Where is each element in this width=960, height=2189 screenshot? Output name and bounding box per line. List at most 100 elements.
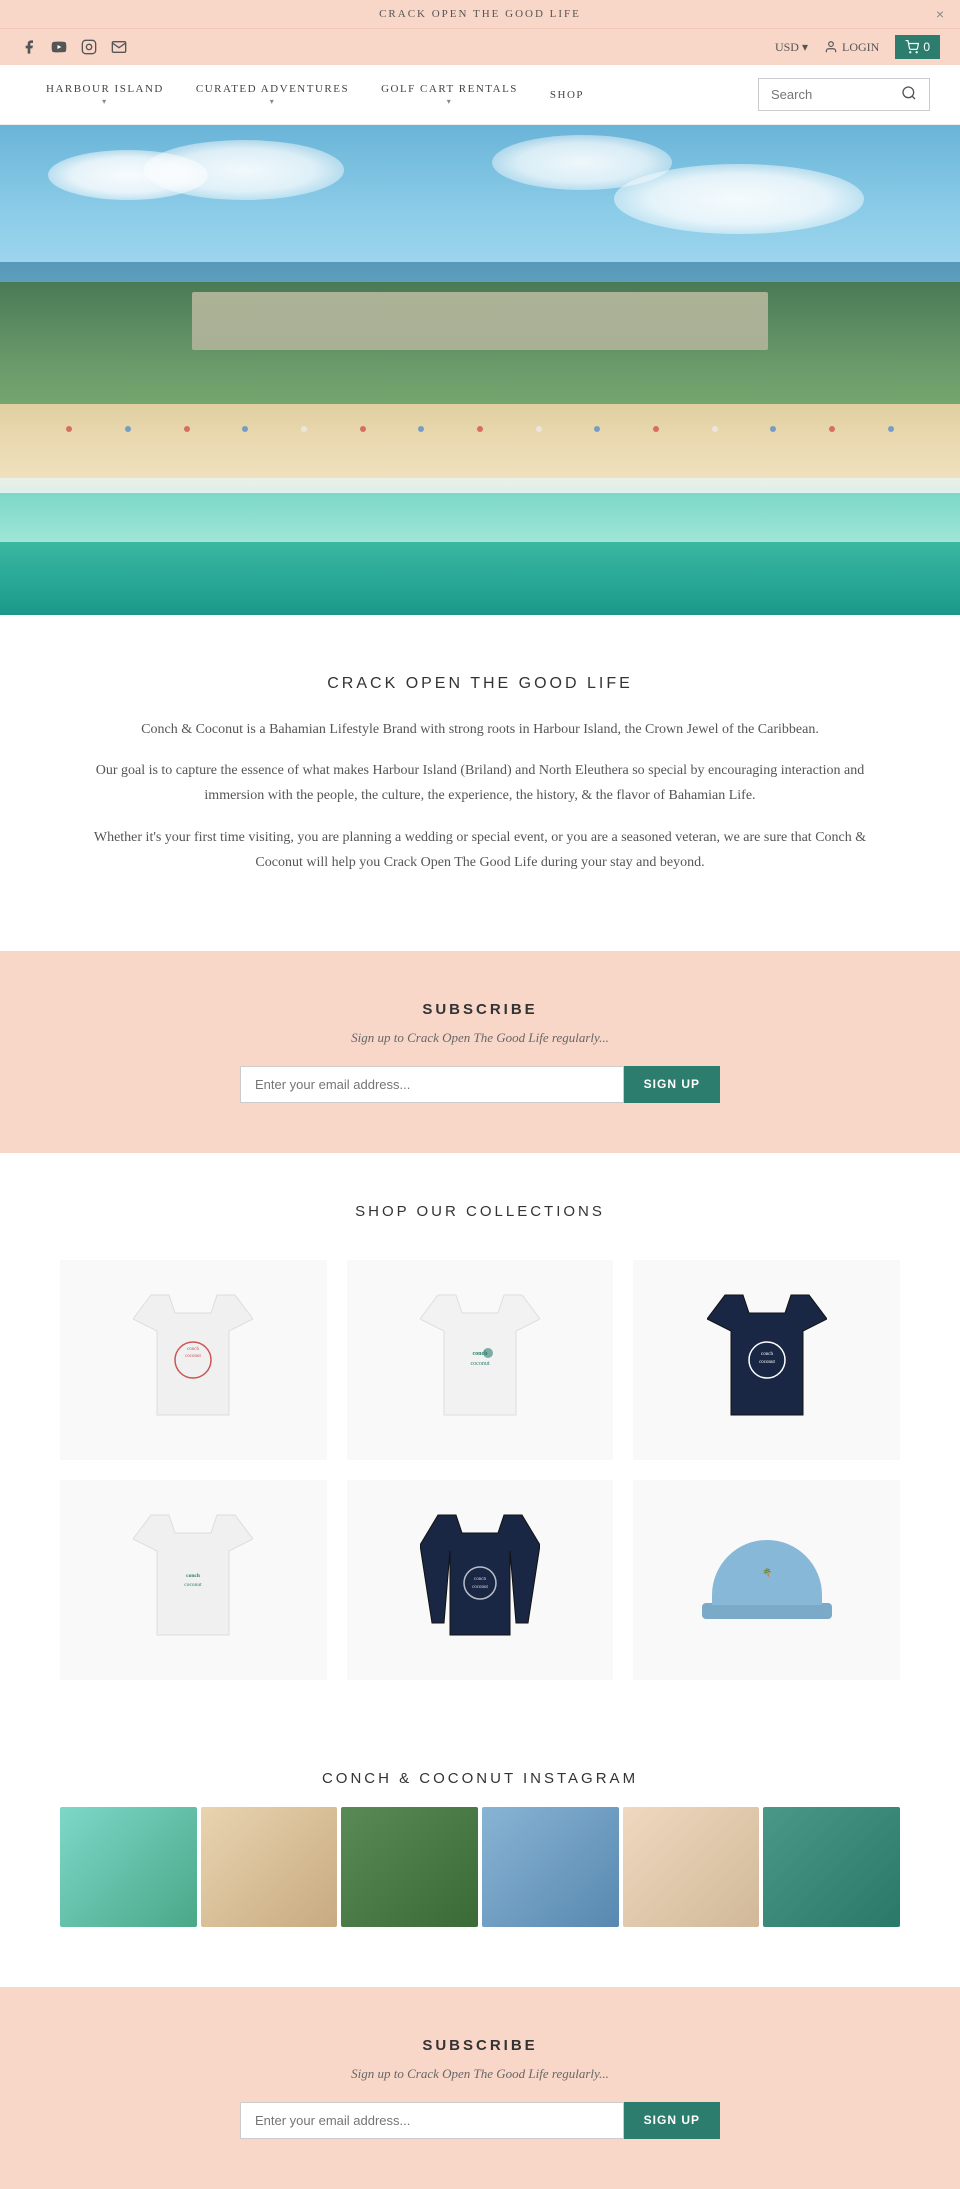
svg-text:conch: conch [761, 1352, 773, 1357]
umbrella [184, 426, 190, 432]
close-banner-button[interactable]: × [936, 6, 944, 22]
svg-text:🌴: 🌴 [762, 1567, 772, 1577]
svg-text:coconut: coconut [759, 1360, 775, 1365]
shop-title: SHOP OUR COLLECTIONS [40, 1203, 920, 1220]
product-image-5: conch coconut [420, 1510, 540, 1650]
subscribe-section-1: SUBSCRIBE Sign up to Crack Open The Good… [0, 951, 960, 1153]
product-card-2[interactable]: conch coconut [347, 1260, 614, 1460]
header-right: USD ▾ LOGIN 0 [775, 35, 940, 59]
youtube-icon[interactable] [50, 38, 68, 56]
product-image-1: conch coconut [133, 1290, 253, 1430]
instagram-item[interactable] [482, 1807, 619, 1927]
svg-text:coconut: coconut [472, 1585, 488, 1590]
svg-text:coconut: coconut [470, 1361, 489, 1367]
cart-button[interactable]: 0 [895, 35, 940, 59]
currency-chevron-icon: ▾ [802, 40, 808, 55]
svg-text:conch: conch [187, 1347, 199, 1352]
subscribe-subtitle-1: Sign up to Crack Open The Good Life regu… [80, 1030, 880, 1046]
chevron-down-icon: ▾ [270, 97, 276, 106]
product-card-3[interactable]: conch coconut [633, 1260, 900, 1460]
banner-text: CRACK OPEN THE GOOD LIFE [379, 8, 581, 20]
instagram-item[interactable] [60, 1807, 197, 1927]
subscribe-email-input-2[interactable] [240, 2102, 624, 2139]
svg-text:conch: conch [474, 1577, 486, 1582]
facebook-icon[interactable] [20, 38, 38, 56]
nav-links: HARBOUR ISLAND ▾ CURATED ADVENTURES ▾ GO… [30, 75, 600, 114]
top-banner: CRACK OPEN THE GOOD LIFE × [0, 0, 960, 28]
umbrella [242, 426, 248, 432]
main-content-section: CRACK OPEN THE GOOD LIFE Conch & Coconut… [0, 615, 960, 951]
umbrella [360, 426, 366, 432]
product-card-5[interactable]: conch coconut [347, 1480, 614, 1680]
umbrella [477, 426, 483, 432]
subscribe-title-1: SUBSCRIBE [80, 1001, 880, 1018]
login-button[interactable]: LOGIN [824, 40, 879, 55]
content-paragraph-2: Our goal is to capture the essence of wh… [80, 758, 880, 808]
instagram-item[interactable] [341, 1807, 478, 1927]
product-image-hat: 🌴 [712, 1540, 822, 1620]
content-paragraph-3: Whether it's your first time visiting, y… [80, 825, 880, 875]
instagram-title: CONCH & COCONUT INSTAGRAM [40, 1770, 920, 1787]
product-card-6[interactable]: 🌴 [633, 1480, 900, 1680]
product-image-2: conch coconut [420, 1290, 540, 1430]
subscribe-title-2: SUBSCRIBE [80, 2037, 880, 2054]
umbrella [888, 426, 894, 432]
shop-section: SHOP OUR COLLECTIONS conch coconut conch… [0, 1153, 960, 1730]
product-image-4: conch coconut [133, 1510, 253, 1650]
svg-text:coconut: coconut [185, 1582, 203, 1588]
subscribe-form-1: SIGN UP [240, 1066, 720, 1103]
subscribe-email-input-1[interactable] [240, 1066, 624, 1103]
buildings [192, 292, 768, 351]
svg-text:coconut: coconut [185, 1354, 201, 1359]
umbrella [536, 426, 542, 432]
umbrella [712, 426, 718, 432]
instagram-item[interactable] [623, 1807, 760, 1927]
subscribe-button-1[interactable]: SIGN UP [624, 1066, 720, 1103]
svg-text:conch: conch [186, 1573, 200, 1579]
instagram-item[interactable] [763, 1807, 900, 1927]
content-paragraph-1: Conch & Coconut is a Bahamian Lifestyle … [80, 717, 880, 742]
social-bar: USD ▾ LOGIN 0 [0, 28, 960, 65]
umbrella [770, 426, 776, 432]
currency-label: USD [775, 40, 799, 55]
product-card-4[interactable]: conch coconut [60, 1480, 327, 1680]
subscribe-button-2[interactable]: SIGN UP [624, 2102, 720, 2139]
email-icon[interactable] [110, 38, 128, 56]
main-content-title: CRACK OPEN THE GOOD LIFE [80, 675, 880, 693]
deep-water [0, 542, 960, 616]
main-navigation: HARBOUR ISLAND ▾ CURATED ADVENTURES ▾ GO… [0, 65, 960, 125]
chevron-down-icon: ▾ [102, 97, 108, 106]
umbrella [829, 426, 835, 432]
search-input[interactable] [771, 87, 901, 102]
search-container [758, 78, 930, 111]
instagram-item[interactable] [201, 1807, 338, 1927]
product-image-3: conch coconut [707, 1290, 827, 1430]
subscribe-section-2: SUBSCRIBE Sign up to Crack Open The Good… [0, 1987, 960, 2189]
instagram-section: CONCH & COCONUT INSTAGRAM [0, 1730, 960, 1987]
search-button[interactable] [901, 85, 917, 104]
social-icons [20, 38, 128, 56]
nav-curated-adventures[interactable]: CURATED ADVENTURES ▾ [180, 75, 365, 114]
umbrella [594, 426, 600, 432]
umbrella [653, 426, 659, 432]
nav-shop[interactable]: SHOP [534, 81, 600, 109]
cloud [492, 135, 672, 190]
subscribe-form-2: SIGN UP [240, 2102, 720, 2139]
umbrellas [0, 409, 960, 448]
product-card-1[interactable]: conch coconut [60, 1260, 327, 1460]
umbrella [125, 426, 131, 432]
subscribe-subtitle-2: Sign up to Crack Open The Good Life regu… [80, 2066, 880, 2082]
instagram-grid [60, 1807, 900, 1927]
umbrella [301, 426, 307, 432]
cart-count: 0 [923, 40, 930, 54]
chevron-down-icon: ▾ [447, 97, 453, 106]
cloud [144, 140, 344, 200]
currency-selector[interactable]: USD ▾ [775, 40, 808, 55]
product-grid: conch coconut conch coconut conch coconu… [60, 1260, 900, 1680]
umbrella [418, 426, 424, 432]
umbrella [66, 426, 72, 432]
hero-image [0, 125, 960, 615]
nav-harbour-island[interactable]: HARBOUR ISLAND ▾ [30, 75, 180, 114]
instagram-icon[interactable] [80, 38, 98, 56]
nav-golf-cart-rentals[interactable]: GOLF CART RENTALS ▾ [365, 75, 534, 114]
